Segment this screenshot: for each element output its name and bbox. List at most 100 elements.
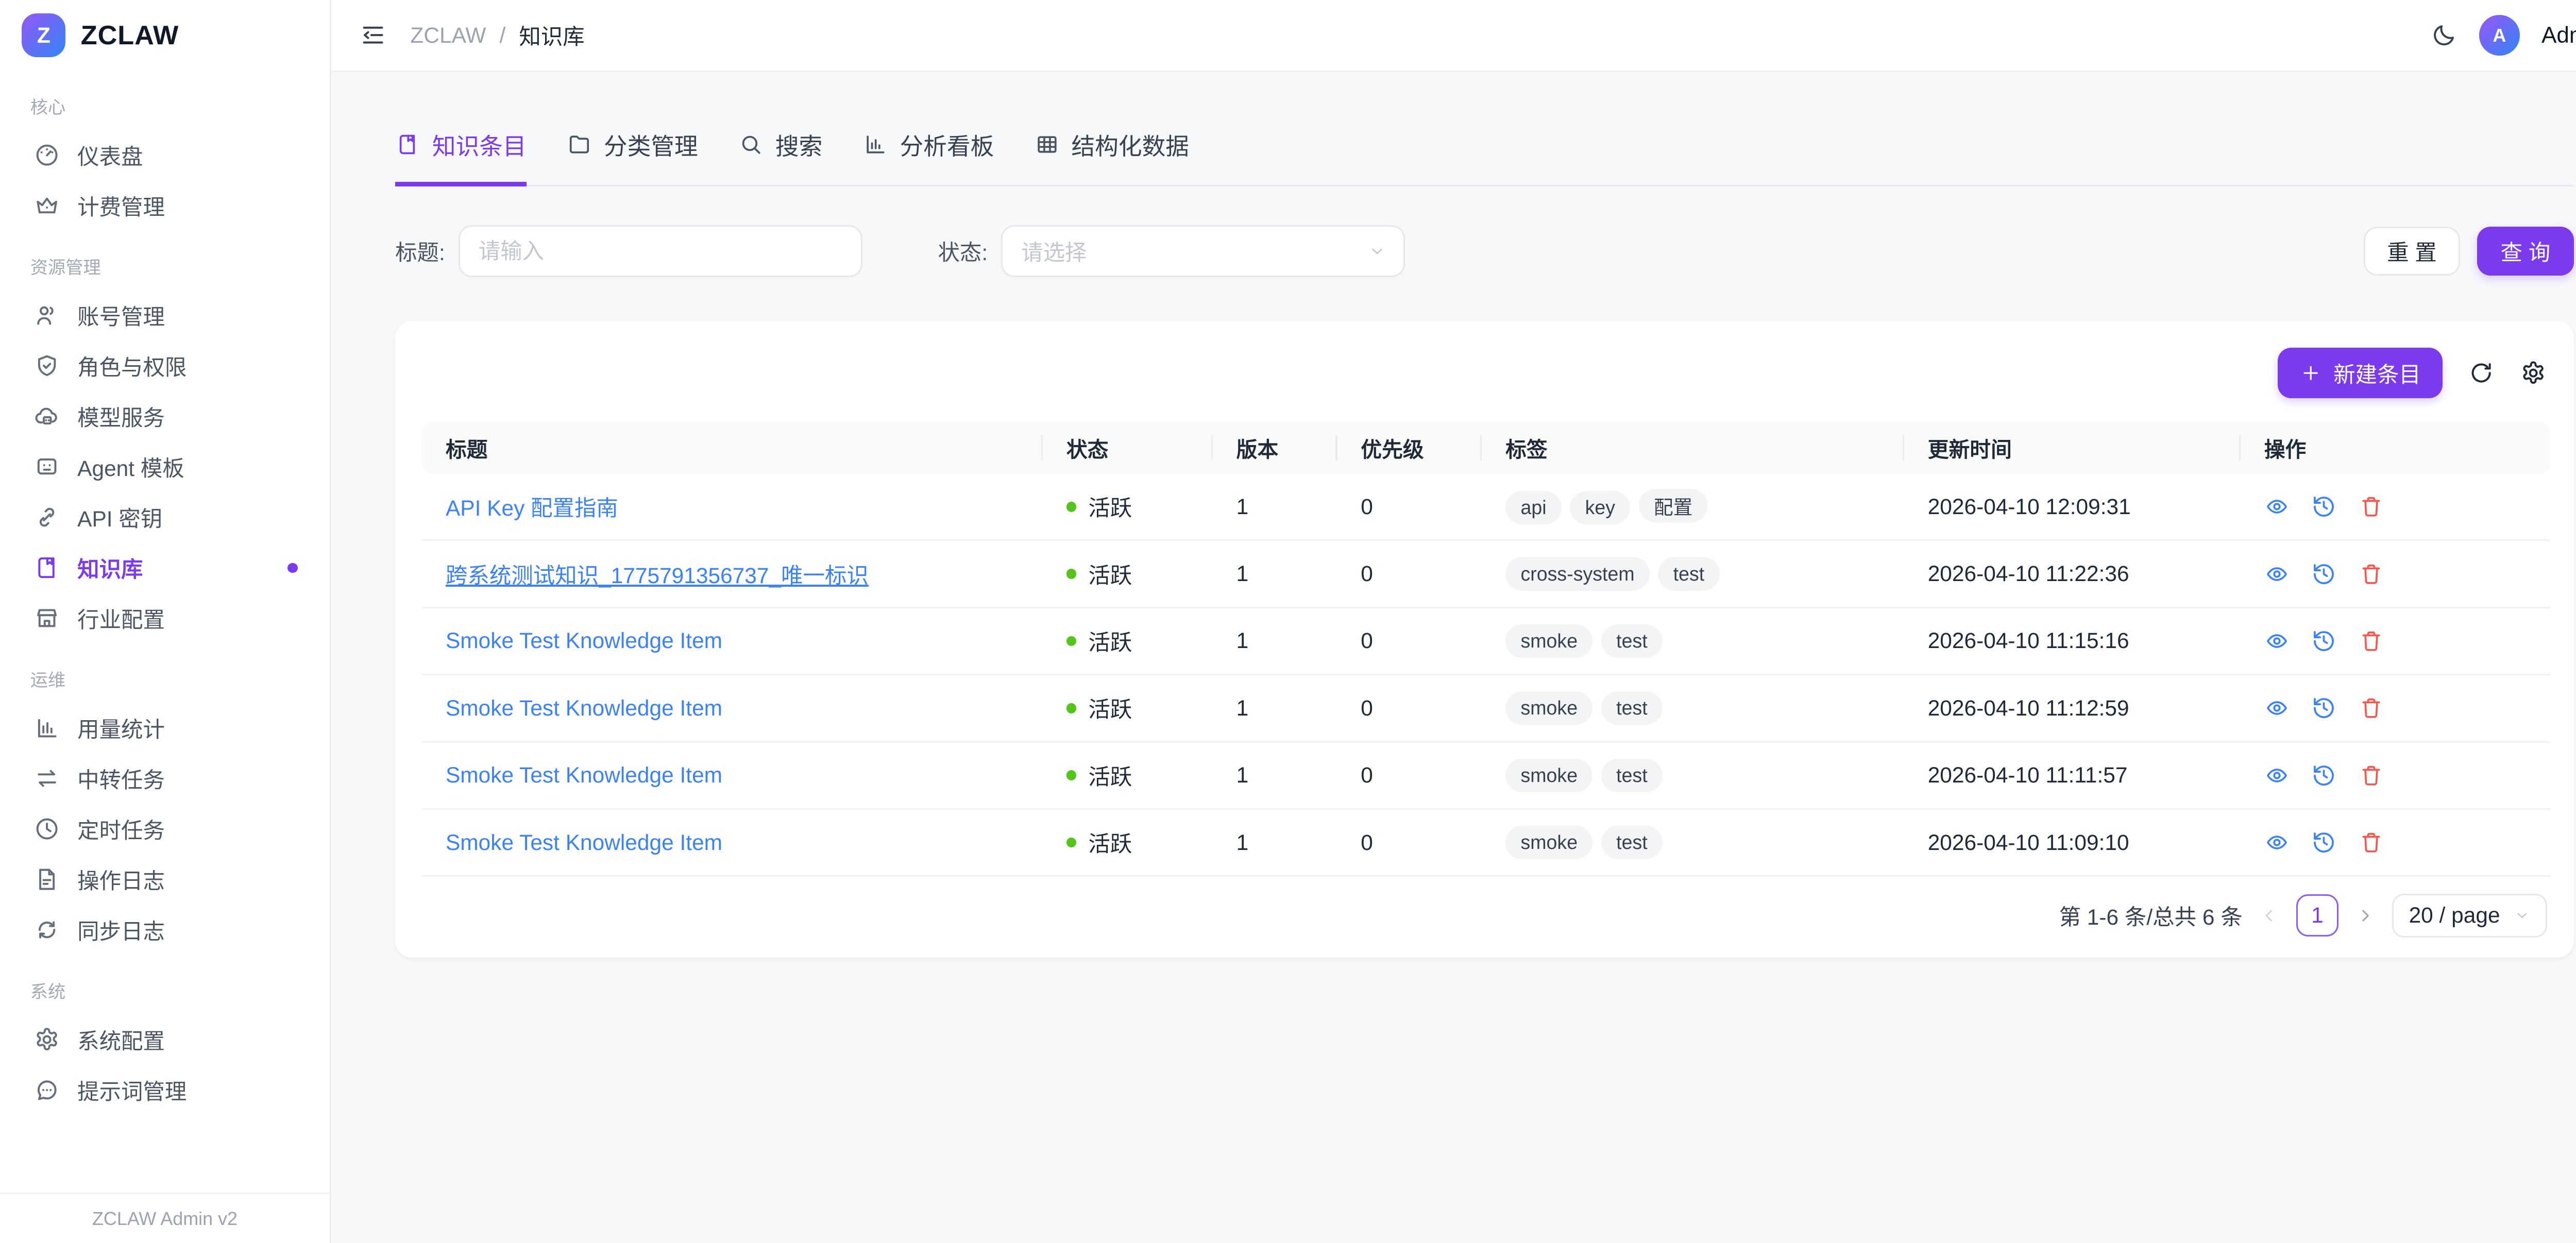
tag-badge: key [1570,491,1630,524]
delete-trash-icon[interactable] [2359,494,2384,519]
delete-trash-icon[interactable] [2359,830,2384,855]
version-value: 1 [1213,474,1337,540]
table-row: API Key 配置指南 活跃 1 0 apikey配置 2026-04-10 … [422,474,2550,540]
sidebar-item-prompt-management[interactable]: 提示词管理 [20,1065,310,1116]
sidebar-item-label: API 密钥 [77,502,162,533]
sidebar-item-relay-tasks[interactable]: 中转任务 [20,754,310,804]
sidebar-item-accounts[interactable]: 账号管理 [20,291,310,341]
priority-value: 0 [1337,474,1482,540]
status-label: 活跃 [1088,827,1132,858]
tab-label: 分析看板 [900,128,994,162]
pagination-page-1[interactable]: 1 [2296,894,2338,936]
sidebar-item-knowledge-base[interactable]: 知识库 [20,542,310,593]
tab-category-management[interactable]: 分类管理 [567,128,698,186]
table-row: Smoke Test Knowledge Item 活跃 1 0 smokete… [422,742,2550,809]
sidebar-item-label: 系统配置 [77,1024,165,1055]
chart-icon [863,132,888,157]
item-title-link[interactable]: Smoke Test Knowledge Item [446,763,722,787]
filter-actions: 重 置 查 询 [2364,227,2574,276]
sync-icon [33,916,60,943]
sidebar-collapse-icon[interactable] [360,22,386,48]
history-icon[interactable] [2311,763,2336,788]
view-eye-icon[interactable] [2264,830,2290,855]
refresh-icon[interactable] [2468,360,2495,386]
sidebar-item-dashboard[interactable]: 仪表盘 [20,130,310,180]
bar-chart-icon [33,714,60,741]
tag-badge: api [1505,491,1562,524]
sidebar-item-roles-permissions[interactable]: 角色与权限 [20,341,310,391]
sidebar-item-model-services[interactable]: 模型服务 [20,391,310,442]
view-eye-icon[interactable] [2264,695,2290,721]
table-grid-icon [1035,132,1060,157]
version-value: 1 [1213,607,1337,674]
table-header: 标题 状态 版本 优先级 标签 更新时间 操作 [422,422,2550,474]
create-item-button[interactable]: 新建条目 [2278,348,2443,398]
sidebar-item-billing[interactable]: 计费管理 [20,180,310,231]
tab-structured-data[interactable]: 结构化数据 [1035,128,1189,186]
table-row: Smoke Test Knowledge Item 活跃 1 0 smokete… [422,809,2550,876]
title-filter-input[interactable] [459,225,862,277]
item-title-link[interactable]: API Key 配置指南 [446,496,618,520]
breadcrumb: ZCLAW / 知识库 [410,20,584,51]
tab-search[interactable]: 搜索 [738,128,822,186]
tags-cell: smoketest [1482,607,1904,674]
delete-trash-icon[interactable] [2359,695,2384,721]
view-eye-icon[interactable] [2264,494,2290,519]
sidebar-item-label: 用量统计 [77,712,165,744]
status-filter-select[interactable]: 请选择 [1001,225,1405,277]
reset-button[interactable]: 重 置 [2364,227,2461,276]
pagination-prev-icon[interactable] [2259,906,2279,926]
sidebar-item-usage-stats[interactable]: 用量统计 [20,703,310,754]
history-icon[interactable] [2311,830,2336,855]
view-eye-icon[interactable] [2264,628,2290,654]
filter-title-label: 标题: [395,235,445,267]
item-title-link[interactable]: 跨系统测试知识_1775791356737_唯一标识 [446,564,869,588]
tag-badge: test [1601,624,1663,658]
status-badge: 活跃 [1066,558,1189,590]
sidebar-item-api-keys[interactable]: API 密钥 [20,492,310,542]
view-eye-icon[interactable] [2264,561,2290,587]
item-title-link[interactable]: Smoke Test Knowledge Item [446,830,722,855]
sidebar-section-label: 资源管理 [30,253,299,279]
sidebar-item-cron-tasks[interactable]: 定时任务 [20,804,310,854]
users-icon [33,302,60,329]
history-icon[interactable] [2311,695,2336,721]
sidebar-item-sync-logs[interactable]: 同步日志 [20,905,310,955]
brand-name: ZCLAW [81,20,179,51]
sidebar-item-agent-templates[interactable]: Agent 模板 [20,441,310,492]
sidebar-item-operation-logs[interactable]: 操作日志 [20,854,310,905]
sidebar-item-industry-config[interactable]: 行业配置 [20,593,310,643]
sidebar-item-label: 中转任务 [77,763,165,794]
dark-mode-moon-icon[interactable] [2431,22,2458,48]
history-icon[interactable] [2311,628,2336,654]
pagination-next-icon[interactable] [2355,906,2375,926]
column-settings-gear-icon[interactable] [2520,360,2547,386]
breadcrumb-root[interactable]: ZCLAW [410,23,486,48]
view-eye-icon[interactable] [2264,763,2290,788]
sidebar-item-system-config[interactable]: 系统配置 [20,1015,310,1065]
item-title-link[interactable]: Smoke Test Knowledge Item [446,696,722,720]
topbar: ZCLAW / 知识库 A Admin [331,0,2576,72]
history-icon[interactable] [2311,494,2336,519]
book-icon [33,554,60,581]
avatar[interactable]: A [2479,15,2519,55]
table-row: Smoke Test Knowledge Item 活跃 1 0 smokete… [422,607,2550,674]
delete-trash-icon[interactable] [2359,561,2384,587]
page-size-select[interactable]: 20 / page [2392,894,2547,938]
search-button[interactable]: 查 询 [2477,227,2574,276]
user-name[interactable]: Admin [2541,23,2576,48]
delete-trash-icon[interactable] [2359,763,2384,788]
sidebar-item-label: 账号管理 [77,300,165,331]
sidebar-section-label: 运维 [30,666,299,691]
history-icon[interactable] [2311,561,2336,587]
col-title: 标题 [422,422,1043,474]
item-title-link[interactable]: Smoke Test Knowledge Item [446,628,722,653]
gauge-icon [33,142,60,168]
gear-icon [33,1026,60,1053]
tab-knowledge-items[interactable]: 知识条目 [395,128,527,186]
priority-value: 0 [1337,540,1482,607]
delete-trash-icon[interactable] [2359,628,2384,654]
tab-analytics[interactable]: 分析看板 [863,128,994,186]
main-area: ZCLAW / 知识库 A Admin 知识条目 分类管理 搜索 [331,0,2576,1243]
sidebar-item-label: 仪表盘 [77,140,143,171]
